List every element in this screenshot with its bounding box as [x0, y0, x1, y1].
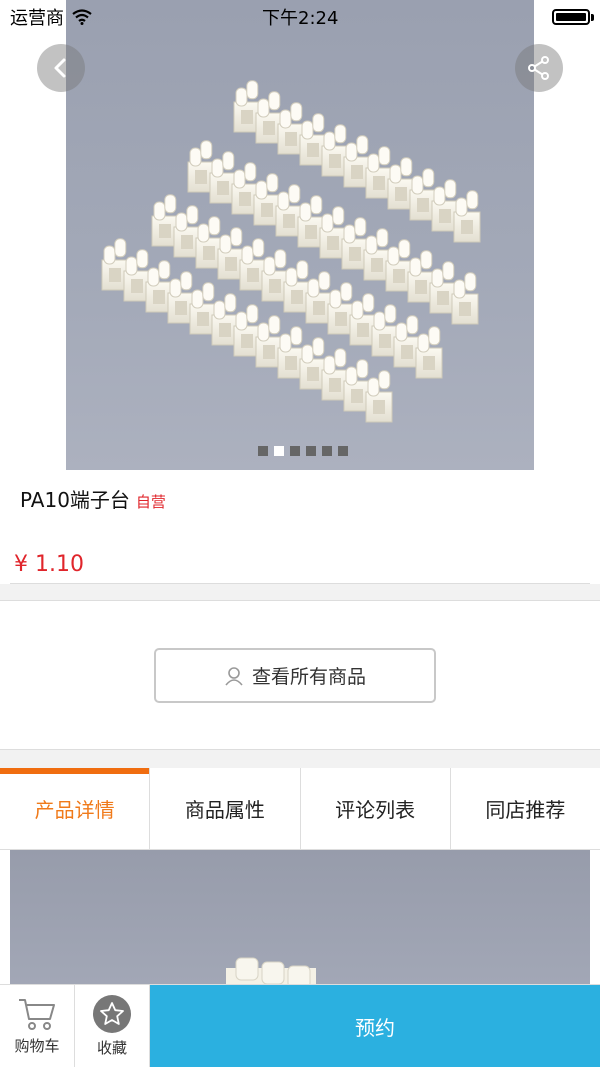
back-button[interactable]	[37, 44, 85, 92]
terminal-block-illustration	[101, 80, 481, 423]
product-title-row: PA10端子台 自营	[20, 484, 166, 513]
tab-label: 同店推荐	[485, 798, 566, 822]
product-title: PA10端子台	[20, 488, 130, 512]
carrier-label: 运营商	[10, 8, 64, 29]
carousel-dot[interactable]	[290, 446, 300, 456]
carousel-dot[interactable]	[258, 446, 268, 456]
terminal-block-detail-illustration	[226, 957, 316, 985]
cart-icon	[19, 998, 55, 1030]
clock: 下午2:24	[262, 8, 339, 29]
wifi-icon	[72, 9, 92, 25]
detail-photo	[10, 850, 590, 985]
reserve-label: 预约	[355, 1015, 395, 1040]
carousel-dot[interactable]	[274, 446, 284, 456]
tab-store-recommendations[interactable]: 同店推荐	[451, 768, 600, 849]
carousel-indicator	[258, 446, 348, 456]
product-price: ¥ 1.10	[14, 552, 84, 577]
share-icon	[528, 56, 549, 80]
battery-icon	[552, 9, 594, 25]
detail-content	[0, 850, 600, 985]
tab-label: 评论列表	[335, 798, 416, 822]
tab-reviews[interactable]: 评论列表	[301, 768, 451, 849]
bottom-action-bar: 购物车 收藏 预约	[0, 984, 600, 1067]
favorite-button[interactable]: 收藏	[75, 985, 150, 1067]
carousel-dot[interactable]	[306, 446, 316, 456]
self-operated-tag: 自营	[135, 493, 166, 511]
share-button[interactable]	[515, 44, 563, 92]
view-all-goods-label: 查看所有商品	[251, 666, 366, 688]
tab-product-details[interactable]: 产品详情	[0, 768, 151, 849]
cart-button[interactable]: 购物车	[0, 985, 75, 1067]
carousel-dot[interactable]	[338, 446, 348, 456]
favorite-label: 收藏	[96, 1038, 127, 1057]
divider	[10, 583, 590, 584]
star-icon	[93, 994, 131, 1033]
carousel-dot[interactable]	[322, 446, 332, 456]
view-all-goods-button[interactable]: 查看所有商品	[154, 648, 436, 703]
product-info: PA10端子台 自营 ¥ 1.10	[0, 470, 600, 584]
status-bar: 运营商 下午2:24	[0, 0, 600, 34]
tab-label: 产品详情	[34, 798, 115, 822]
back-icon	[54, 58, 66, 78]
user-icon	[225, 666, 243, 686]
reserve-button[interactable]: 预约	[150, 985, 600, 1067]
tab-label: 商品属性	[184, 798, 265, 822]
product-photo[interactable]	[66, 0, 534, 470]
detail-tabs: 产品详情 商品属性 评论列表 同店推荐	[0, 768, 600, 850]
product-gallery[interactable]	[0, 0, 600, 470]
tab-product-attributes[interactable]: 商品属性	[150, 768, 301, 849]
cart-label: 购物车	[14, 1036, 60, 1055]
store-section: 查看所有商品	[0, 600, 600, 750]
